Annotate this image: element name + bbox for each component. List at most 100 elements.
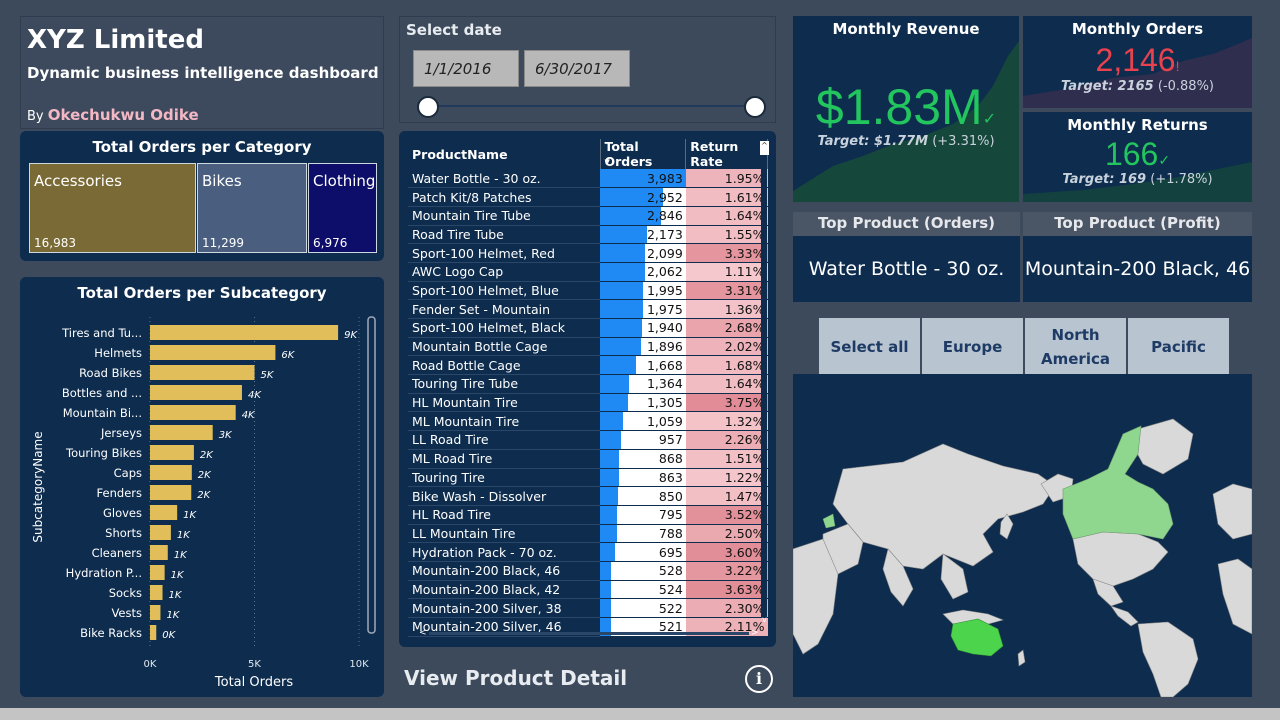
- table-horizontal-scrollbar[interactable]: [429, 632, 749, 635]
- category-label: Jerseys: [100, 426, 142, 440]
- table-row[interactable]: Mountain Tire Tube 2,846 1.64%: [408, 206, 768, 226]
- table-row[interactable]: Sport-100 Helmet, Blue 1,995 3.31%: [408, 281, 768, 301]
- category-tile-name: Bikes: [202, 172, 242, 190]
- table-row[interactable]: Road Bottle Cage 1,668 1.68%: [408, 355, 768, 376]
- data-label: 0K: [162, 630, 176, 641]
- table-row[interactable]: Water Bottle - 30 oz. 3,983 1.95%: [408, 169, 768, 189]
- return-rate-cell: 2.02%: [685, 337, 768, 357]
- total-orders-cell: 522: [600, 598, 686, 618]
- return-rate-cell: 1.51%: [685, 449, 768, 469]
- table-row[interactable]: LL Road Tire 957 2.26%: [408, 430, 768, 450]
- table-row[interactable]: Sport-100 Helmet, Black 1,940 2.68%: [408, 318, 768, 338]
- orders-value: 3,983: [646, 170, 683, 186]
- data-label: 6K: [281, 350, 295, 361]
- product-table: ProductName Total Orders ▼ Return Rate W…: [408, 139, 768, 637]
- category-label: Gloves: [103, 506, 142, 520]
- return-rate-value: 1.55%: [724, 226, 765, 242]
- sales-map[interactable]: [792, 374, 1253, 698]
- category-label: Vests: [111, 606, 142, 620]
- region-button-europe[interactable]: Europe: [922, 318, 1023, 376]
- category-tile-clothing[interactable]: Clothing 6,976: [308, 163, 377, 253]
- table-row[interactable]: Sport-100 Helmet, Red 2,099 3.33%: [408, 243, 768, 263]
- data-label: 4K: [242, 410, 256, 421]
- category-tile-value: 11,299: [202, 236, 244, 250]
- view-product-detail-button[interactable]: View Product Detail: [404, 666, 627, 690]
- table-row[interactable]: Mountain-200 Black, 42 524 3.63%: [408, 580, 768, 600]
- region-button-select-all[interactable]: Select all: [819, 318, 920, 376]
- orders-target-label: Target: 2165: [1060, 79, 1154, 94]
- table-row[interactable]: ML Mountain Tire 1,059 1.32%: [408, 411, 768, 432]
- table-row[interactable]: Mountain-200 Black, 46 528 3.22%: [408, 561, 768, 581]
- map-region-europe: [822, 513, 836, 529]
- table-row[interactable]: AWC Logo Cap 2,062 1.11%: [408, 262, 768, 282]
- return-rate-cell: 2.30%: [685, 598, 768, 618]
- region-button-north-america[interactable]: North America: [1025, 318, 1126, 376]
- return-rate-value: 1.64%: [724, 208, 765, 224]
- product-name-cell: ML Mountain Tire: [408, 411, 600, 432]
- bar: [150, 505, 178, 520]
- table-row[interactable]: HL Mountain Tire 1,305 3.75%: [408, 393, 768, 413]
- date-slider-track[interactable]: [428, 105, 756, 107]
- table-row[interactable]: HL Road Tire 795 3.52%: [408, 505, 768, 525]
- table-row[interactable]: Mountain-200 Silver, 38 522 2.30%: [408, 598, 768, 618]
- table-row[interactable]: Hydration Pack - 70 oz. 695 3.60%: [408, 542, 768, 562]
- category-label: Touring Bikes: [65, 446, 142, 460]
- info-icon[interactable]: i: [745, 665, 773, 693]
- data-label: 1K: [174, 550, 188, 561]
- return-rate-value: 1.11%: [724, 264, 765, 280]
- product-name-cell: Sport-100 Helmet, Blue: [408, 281, 600, 301]
- data-label: 3K: [219, 430, 233, 441]
- data-label: 1K: [183, 510, 197, 521]
- category-tile-bikes[interactable]: Bikes 11,299: [197, 163, 307, 253]
- returns-title: Monthly Returns: [1067, 116, 1208, 134]
- product-name-cell: AWC Logo Cap: [408, 262, 600, 282]
- y-axis-title: SubcategoryName: [31, 431, 45, 542]
- column-header-return-rate[interactable]: Return Rate: [685, 139, 768, 169]
- return-rate-value: 3.75%: [724, 395, 765, 411]
- chart-scrollbar[interactable]: [367, 316, 376, 634]
- table-scroll-right-icon[interactable]: >: [751, 628, 759, 638]
- table-row[interactable]: Fender Set - Mountain 1,975 1.36%: [408, 299, 768, 319]
- category-label: Cleaners: [92, 546, 142, 560]
- top-product-profit-heading: Top Product (Profit): [1023, 212, 1252, 236]
- table-row[interactable]: Road Tire Tube 2,173 1.55%: [408, 225, 768, 245]
- end-date-input[interactable]: 6/30/2017: [524, 50, 630, 87]
- date-slider-end-handle[interactable]: [744, 96, 766, 118]
- return-rate-cell: 1.95%: [685, 169, 768, 189]
- table-row[interactable]: Touring Tire 863 1.22%: [408, 468, 768, 488]
- table-row[interactable]: LL Mountain Tire 788 2.50%: [408, 524, 768, 544]
- return-rate-value: 2.68%: [724, 320, 765, 336]
- return-rate-cell: 3.31%: [685, 281, 768, 301]
- region-button-pacific[interactable]: Pacific: [1128, 318, 1229, 376]
- return-rate-value: 1.47%: [724, 488, 765, 504]
- return-rate-cell: 1.11%: [685, 262, 768, 282]
- bar: [150, 625, 157, 640]
- table-scroll-down-icon[interactable]: v: [760, 615, 769, 625]
- category-label: Fenders: [97, 486, 142, 500]
- returns-delta: (+1.78%): [1150, 172, 1213, 187]
- table-scroll-left-icon[interactable]: <: [419, 628, 427, 638]
- total-orders-cell: 1,364: [600, 374, 686, 394]
- table-row[interactable]: Mountain Bottle Cage 1,896 2.02%: [408, 337, 768, 357]
- world-map[interactable]: [792, 374, 1253, 698]
- table-row[interactable]: Bike Wash - Dissolver 850 1.47%: [408, 486, 768, 506]
- column-header-product[interactable]: ProductName: [408, 139, 601, 169]
- table-vertical-scrollbar[interactable]: [761, 157, 767, 617]
- total-orders-cell: 1,305: [600, 393, 686, 413]
- product-name-cell: Fender Set - Mountain: [408, 299, 600, 319]
- return-rate-value: 3.52%: [724, 507, 765, 523]
- revenue-title: Monthly Revenue: [832, 20, 980, 38]
- total-orders-cell: 2,062: [600, 262, 686, 282]
- column-header-orders[interactable]: Total Orders ▼: [600, 139, 687, 169]
- table-scroll-up-icon[interactable]: ^: [760, 141, 769, 155]
- start-date-input[interactable]: 1/1/2016: [413, 50, 519, 87]
- category-tile-accessories[interactable]: Accessories 16,983: [29, 163, 196, 253]
- title-block: XYZ Limited Dynamic business intelligenc…: [20, 16, 384, 129]
- total-orders-cell: 1,059: [600, 411, 686, 432]
- date-slider-start-handle[interactable]: [417, 96, 439, 118]
- table-row[interactable]: Touring Tire Tube 1,364 1.64%: [408, 374, 768, 394]
- table-row[interactable]: ML Road Tire 868 1.51%: [408, 449, 768, 469]
- bar: [150, 465, 192, 480]
- table-row[interactable]: Patch Kit/8 Patches 2,952 1.61%: [408, 187, 768, 207]
- return-rate-cell: 1.47%: [685, 486, 768, 506]
